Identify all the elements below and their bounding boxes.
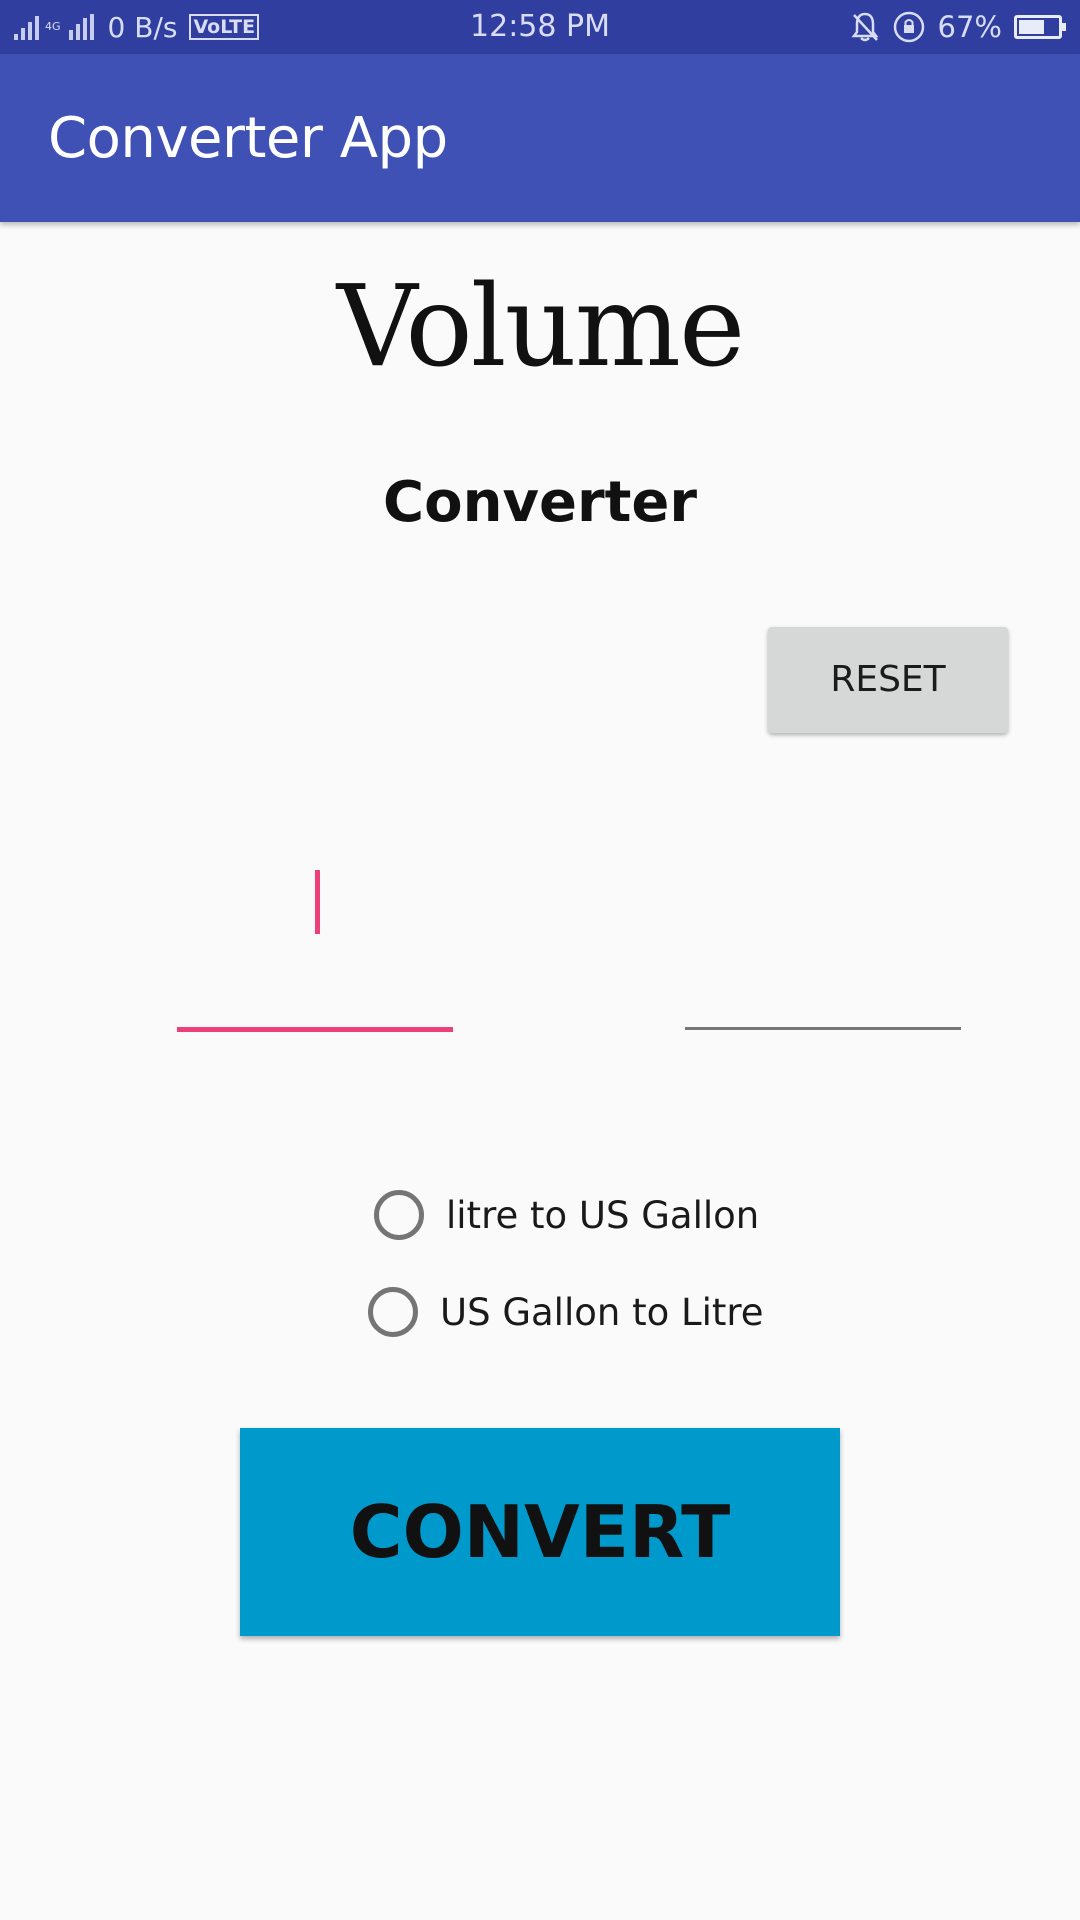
radio-gallon-to-litre[interactable]: US Gallon to Litre xyxy=(368,1287,764,1337)
input-underline-active xyxy=(177,1027,453,1032)
convert-button[interactable]: CONVERT xyxy=(240,1428,840,1636)
battery-icon xyxy=(1014,15,1066,39)
page-heading: Volume xyxy=(336,262,745,392)
page-subheading: Converter xyxy=(383,470,697,535)
radio-litre-to-gallon[interactable]: litre to US Gallon xyxy=(374,1190,759,1240)
reset-button[interactable]: RESET xyxy=(768,627,1008,733)
output-underline xyxy=(685,1027,961,1030)
text-cursor xyxy=(315,870,320,934)
radio-button-icon[interactable] xyxy=(368,1287,418,1337)
app-title: Converter App xyxy=(48,106,448,171)
battery-fill xyxy=(1019,20,1045,34)
radio-button-icon[interactable] xyxy=(374,1190,424,1240)
status-right-group: 67% xyxy=(850,0,1066,54)
bell-off-icon xyxy=(851,12,879,42)
volume-input-field[interactable] xyxy=(177,860,453,1032)
radio-label: US Gallon to Litre xyxy=(440,1290,764,1334)
radio-label: litre to US Gallon xyxy=(446,1193,760,1237)
battery-percent: 67% xyxy=(937,10,1002,44)
rotation-lock-icon xyxy=(893,11,924,43)
status-bar: 4G 0 B/s VoLTE 12:58 PM 67% xyxy=(0,0,1080,54)
app-bar: Converter App xyxy=(0,54,1080,222)
result-output-field[interactable] xyxy=(685,860,961,1032)
